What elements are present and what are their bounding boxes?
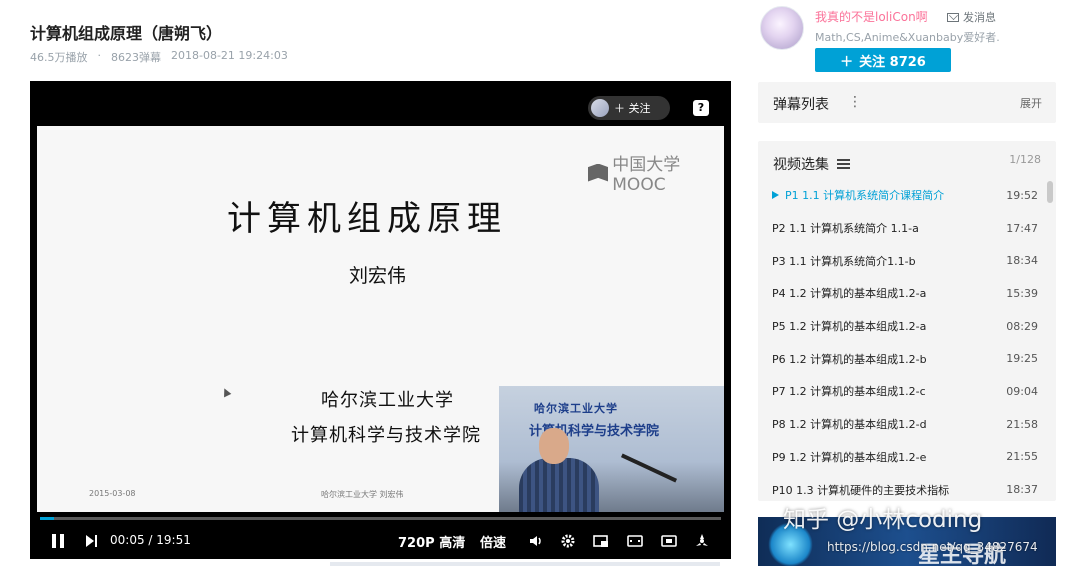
slide-footer: 哈尔滨工业大学 刘宏伟 xyxy=(321,490,404,499)
send-message-label: 发消息 xyxy=(963,11,996,24)
uploader-avatar[interactable] xyxy=(760,6,804,50)
episode-panel-title: 视频选集 xyxy=(773,157,829,173)
send-message-link[interactable]: 发消息 xyxy=(947,9,996,25)
episode-item[interactable]: P9 1.2 计算机的基本组成1.2-e 21:55 xyxy=(758,441,1048,474)
episode-item[interactable]: P7 1.2 计算机的基本组成1.2-c 09:04 xyxy=(758,375,1048,408)
video-player[interactable]: ＋ 关注 ? 中国大学MOOC 计算机组成原理 刘宏伟 哈尔滨工业大学 计算机科… xyxy=(30,81,731,559)
uploader-mini-avatar xyxy=(591,99,609,117)
episode-scrollbar[interactable] xyxy=(1047,181,1053,203)
danmaku-list-panel: 弹幕列表 ⋮ 展开 xyxy=(758,82,1056,123)
slide-title: 计算机组成原理 xyxy=(227,199,507,239)
episode-title: P6 1.2 计算机的基本组成1.2-b xyxy=(772,352,927,366)
slide-school: 计算机科学与技术学院 xyxy=(291,425,481,446)
episode-title: P9 1.2 计算机的基本组成1.2-e xyxy=(772,450,927,464)
player-top-bar: ＋ 关注 ? xyxy=(30,81,731,126)
slide-author: 刘宏伟 xyxy=(349,265,407,287)
video-page: 计算机组成原理（唐朔飞） 46.5万播放 · 8623弹幕 2018-08-21… xyxy=(0,0,1080,566)
quality-selector[interactable]: 720P 高清 xyxy=(398,532,465,551)
list-icon[interactable] xyxy=(837,159,850,169)
episode-item[interactable]: P3 1.1 计算机系统简介1.1-b 18:34 xyxy=(758,244,1048,277)
danmaku-list-title: 弹幕列表 xyxy=(773,97,829,113)
video-title: 计算机组成原理（唐朔飞） xyxy=(30,24,223,43)
episode-duration: 21:55 xyxy=(1006,450,1038,464)
speed-selector[interactable]: 倍速 xyxy=(480,532,506,551)
episode-item[interactable]: P6 1.2 计算机的基本组成1.2-b 19:25 xyxy=(758,342,1048,375)
progress-fill xyxy=(40,517,54,520)
episode-duration: 15:39 xyxy=(1006,286,1038,300)
uploader-name[interactable]: 我真的不是loliCon啊 xyxy=(815,8,928,25)
episode-item[interactable]: P8 1.2 计算机的基本组成1.2-d 21:58 xyxy=(758,408,1048,441)
episode-list: P1 1.1 计算机系统简介课程简介 19:52 P2 1.1 计算机系统简介 1.… xyxy=(758,179,1048,501)
danmaku-count: 8623弹幕 xyxy=(111,51,161,64)
episode-duration: 17:47 xyxy=(1006,221,1038,235)
publish-date: 2018-08-21 19:24:03 xyxy=(171,49,288,62)
slide-date: 2015-03-08 xyxy=(89,489,136,498)
video-frame: 中国大学MOOC 计算机组成原理 刘宏伟 哈尔滨工业大学 计算机科学与技术学院 … xyxy=(37,126,724,512)
lecturer-head xyxy=(539,428,569,464)
meta-separator: · xyxy=(97,49,102,62)
follow-button-label: 关注 8726 xyxy=(859,54,926,70)
episode-duration: 08:29 xyxy=(1006,319,1038,333)
next-episode-icon[interactable] xyxy=(86,534,100,548)
episode-duration: 18:37 xyxy=(1006,483,1038,497)
episode-duration: 19:25 xyxy=(1006,352,1038,366)
episode-item[interactable]: P4 1.2 计算机的基本组成1.2-a 15:39 xyxy=(758,277,1048,310)
slide-university: 哈尔滨工业大学 xyxy=(321,390,454,411)
episode-duration: 09:04 xyxy=(1006,384,1038,398)
player-follow-label: ＋ 关注 xyxy=(614,102,651,115)
view-count: 46.5万播放 xyxy=(30,51,88,64)
book-icon xyxy=(588,163,609,182)
pip-banner-line1: 哈尔滨工业大学 xyxy=(534,402,618,415)
episode-panel-header: 视频选集 xyxy=(773,154,850,174)
player-follow-button[interactable]: ＋ 关注 xyxy=(588,96,670,120)
video-meta: 46.5万播放 · 8623弹幕 2018-08-21 19:24:03 xyxy=(30,49,288,65)
episode-item[interactable]: P5 1.2 计算机的基本组成1.2-a 08:29 xyxy=(758,310,1048,343)
episode-title: P2 1.1 计算机系统简介 1.1-a xyxy=(772,222,919,236)
widescreen-icon[interactable] xyxy=(627,533,643,549)
episode-title: P10 1.3 计算机硬件的主要技术指标 xyxy=(772,483,950,497)
episode-title: P1 1.1 计算机系统简介课程简介 xyxy=(785,189,945,203)
more-options-icon[interactable]: ⋮ xyxy=(848,94,862,110)
settings-icon[interactable] xyxy=(560,533,576,549)
picture-in-picture-icon[interactable] xyxy=(593,533,609,549)
episode-title: P7 1.2 计算机的基本组成1.2-c xyxy=(772,385,926,399)
web-fullscreen-icon[interactable] xyxy=(661,533,677,549)
episode-panel: 视频选集 1/128 P1 1.1 计算机系统简介课程简介 19:52 P2 1.1… xyxy=(758,141,1056,501)
microphone xyxy=(620,453,678,483)
plus-icon: ＋ xyxy=(840,54,854,70)
now-playing-icon xyxy=(772,191,779,200)
help-icon[interactable]: ? xyxy=(693,100,709,116)
episode-duration: 18:34 xyxy=(1006,254,1038,268)
fullscreen-icon[interactable] xyxy=(694,533,710,549)
uploader-description: Math,CS,Anime&Xuanbaby爱好者. xyxy=(815,31,1000,44)
episode-title: P4 1.2 计算机的基本组成1.2-a xyxy=(772,287,927,301)
mooc-logo: 中国大学MOOC xyxy=(588,150,724,195)
episode-item[interactable]: P10 1.3 计算机硬件的主要技术指标 18:37 xyxy=(758,473,1048,501)
lecturer-body xyxy=(519,458,599,512)
mail-icon xyxy=(947,12,959,22)
time-display: 00:05 / 19:51 xyxy=(110,533,191,547)
episode-title: P5 1.2 计算机的基本组成1.2-a xyxy=(772,320,927,334)
csdn-watermark: https://blog.csdn.net/qq_34827674 xyxy=(827,540,1038,554)
lecturer-camera-view: 哈尔滨工业大学 计算机科学与技术学院 xyxy=(499,386,724,512)
follow-button[interactable]: ＋ 关注 8726 xyxy=(815,48,951,72)
bottom-divider xyxy=(330,562,720,566)
episode-duration: 19:52 xyxy=(1006,188,1038,202)
episode-count: 1/128 xyxy=(1009,153,1041,166)
volume-icon[interactable] xyxy=(528,533,544,549)
expand-danmaku-link[interactable]: 展开 xyxy=(1020,95,1042,111)
player-controls: 00:05 / 19:51 720P 高清 倍速 xyxy=(30,512,731,559)
episode-title: P3 1.1 计算机系统简介1.1-b xyxy=(772,254,916,268)
zhihu-watermark: 知乎 @小林coding xyxy=(783,507,983,533)
control-row: 00:05 / 19:51 720P 高清 倍速 xyxy=(30,530,731,554)
pause-icon[interactable] xyxy=(52,534,64,548)
mooc-logo-text: 中国大学MOOC xyxy=(612,155,681,195)
episode-item[interactable]: P1 1.1 计算机系统简介课程简介 19:52 xyxy=(758,179,1048,212)
episode-title: P8 1.2 计算机的基本组成1.2-d xyxy=(772,418,927,432)
mouse-cursor-icon xyxy=(220,386,232,398)
episode-duration: 21:58 xyxy=(1006,417,1038,431)
episode-item[interactable]: P2 1.1 计算机系统简介 1.1-a 17:47 xyxy=(758,212,1048,245)
progress-bar[interactable] xyxy=(40,517,721,520)
